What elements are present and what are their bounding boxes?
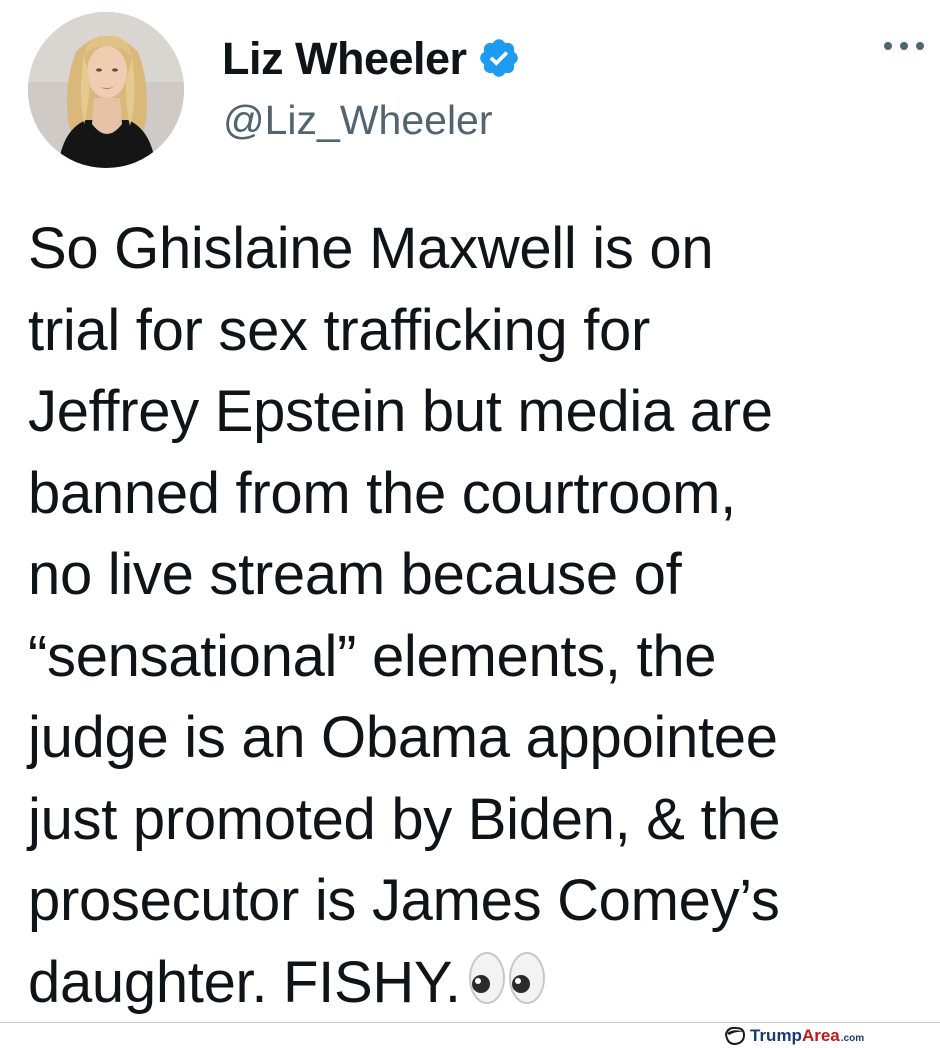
tweet-text: So Ghislaine Maxwell is on trial for sex…: [28, 208, 928, 1029]
watermark-brand-part1: Trump: [750, 1026, 802, 1045]
watermark: TrumpArea .com: [724, 1025, 864, 1047]
author-name-row: Liz Wheeler: [222, 30, 521, 86]
author-avatar[interactable]: [28, 12, 184, 168]
more-horizontal-icon: [884, 42, 924, 50]
eyes-emoji-icon: [467, 948, 547, 1030]
more-options-button[interactable]: [880, 36, 928, 56]
footer-divider: [0, 1022, 940, 1023]
watermark-suffix: .com: [840, 1032, 865, 1044]
watermark-brand-part2: Area: [801, 1026, 840, 1045]
tweet-body: So Ghislaine Maxwell is on trial for sex…: [28, 216, 781, 1015]
avatar-photo-icon: [28, 12, 184, 168]
watermark-brand: TrumpArea: [750, 1026, 840, 1046]
author-display-name[interactable]: Liz Wheeler: [222, 36, 467, 81]
verified-badge-icon: [477, 36, 521, 80]
author-handle[interactable]: @Liz_Wheeler: [223, 100, 493, 141]
trump-hair-logo-icon: [724, 1026, 746, 1046]
tweet-card: Liz Wheeler @Liz_Wheeler So Ghislaine Ma…: [0, 0, 940, 1022]
